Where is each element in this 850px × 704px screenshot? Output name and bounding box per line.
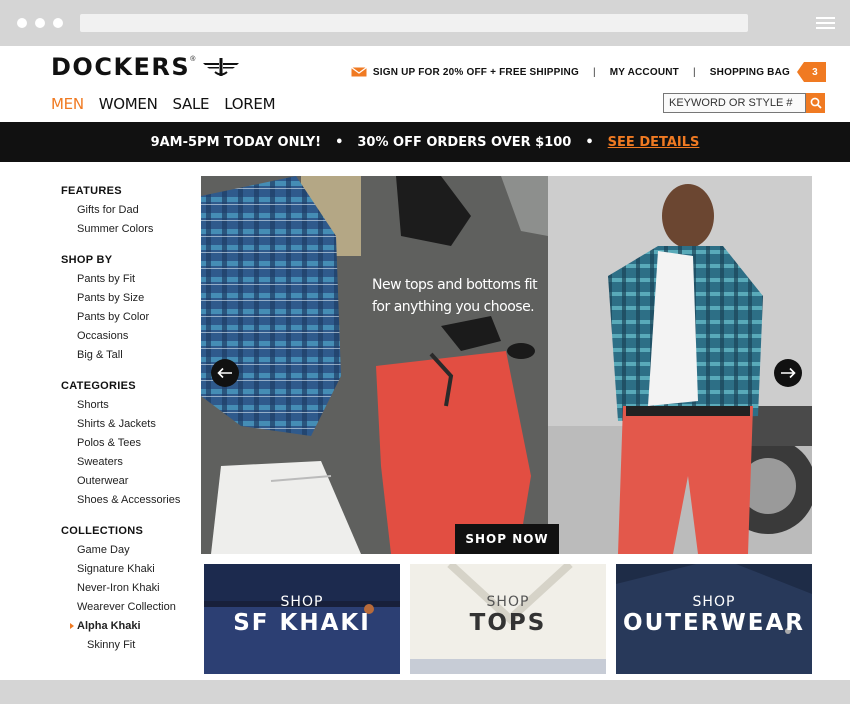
sidebar-item-summer-colors[interactable]: Summer Colors	[61, 220, 201, 239]
sidebar-item-game-day[interactable]: Game Day	[61, 541, 201, 560]
sidebar-item-shorts[interactable]: Shorts	[61, 396, 201, 415]
sidebar-heading: SHOP BY	[61, 254, 113, 266]
see-details-link[interactable]: SEE DETAILS	[608, 135, 700, 150]
nav-item-sale[interactable]: SALE	[173, 95, 210, 113]
page: DOCKERS ® SIGN UP FOR 20% OFF + FREE SHI…	[0, 46, 850, 680]
hero-carousel: New tops and bottoms fit for anything yo…	[201, 176, 812, 554]
sidebar-item-skinny-fit[interactable]: Skinny Fit	[61, 636, 201, 655]
sidebar-group-shop-by: SHOP BY Pants by Fit Pants by Size Pants…	[61, 251, 201, 365]
main-nav: MEN WOMEN SALE LOREM	[51, 95, 290, 113]
tile-outerwear[interactable]: SHOP OUTERWEAR	[616, 564, 812, 674]
arrow-right-icon	[781, 367, 796, 379]
sidebar-item-signature-khaki[interactable]: Signature Khaki	[61, 560, 201, 579]
sidebar-item-wearever-collection[interactable]: Wearever Collection	[61, 598, 201, 617]
arrow-left-icon	[217, 367, 232, 379]
sidebar-group-categories: CATEGORIES Shorts Shirts & Jackets Polos…	[61, 377, 201, 510]
bag-count-badge[interactable]: 3	[797, 62, 826, 82]
tile-label: SHOP TOPS	[410, 594, 606, 636]
tile-label: SHOP SF KHAKI	[204, 594, 400, 636]
brand-name: DOCKERS	[51, 53, 191, 81]
search-icon	[810, 97, 822, 109]
registered-mark: ®	[190, 56, 196, 63]
signup-link[interactable]: SIGN UP FOR 20% OFF + FREE SHIPPING	[373, 67, 579, 78]
sidebar-heading: COLLECTIONS	[61, 525, 144, 537]
sidebar-item-polos-tees[interactable]: Polos & Tees	[61, 434, 201, 453]
model-illustration	[548, 176, 812, 554]
tile-label-small: SHOP	[486, 594, 530, 610]
sidebar-item-never-iron-khaki[interactable]: Never-Iron Khaki	[61, 579, 201, 598]
search-button[interactable]	[806, 93, 825, 113]
separator: |	[692, 66, 696, 78]
hero-copy-line: for anything you choose.	[372, 299, 535, 315]
search-box	[663, 93, 825, 113]
nav-item-men[interactable]: MEN	[51, 95, 84, 113]
hamburger-menu-icon[interactable]	[816, 17, 835, 31]
promo-text-hours: 9AM-5PM TODAY ONLY!	[150, 134, 322, 150]
sidebar-item-shirts-jackets[interactable]: Shirts & Jackets	[61, 415, 201, 434]
shop-now-button[interactable]: SHOP NOW	[455, 524, 559, 554]
hero-image-model	[548, 176, 812, 554]
nav-item-lorem[interactable]: LOREM	[224, 95, 275, 113]
carousel-next-button[interactable]	[774, 359, 802, 387]
sidebar-item-gifts-for-dad[interactable]: Gifts for Dad	[61, 201, 201, 220]
hero-copy: New tops and bottoms fit for anything yo…	[372, 274, 538, 318]
window-dot-icon[interactable]	[53, 18, 63, 28]
tile-label: SHOP OUTERWEAR	[616, 594, 812, 636]
sidebar-item-occasions[interactable]: Occasions	[61, 327, 201, 346]
promo-banner: 9AM-5PM TODAY ONLY! • 30% OFF ORDERS OVE…	[0, 122, 850, 162]
sidebar-group-collections: COLLECTIONS Game Day Signature Khaki Nev…	[61, 522, 201, 655]
brand-logo[interactable]: DOCKERS ®	[51, 53, 241, 81]
promo-bullet: •	[335, 134, 344, 150]
sidebar-item-shoes-accessories[interactable]: Shoes & Accessories	[61, 491, 201, 510]
sidebar-item-pants-by-size[interactable]: Pants by Size	[61, 289, 201, 308]
sidebar-item-alpha-khaki[interactable]: Alpha Khaki	[61, 617, 201, 636]
window-dot-icon[interactable]	[35, 18, 45, 28]
tile-label-small: SHOP	[692, 594, 736, 610]
hero-copy-line: New tops and bottoms fit	[372, 277, 538, 293]
search-input[interactable]	[663, 93, 806, 113]
tile-label-big: OUTERWEAR	[623, 610, 805, 636]
window-dot-icon[interactable]	[17, 18, 27, 28]
tile-label-big: TOPS	[469, 610, 547, 636]
tile-sf-khaki[interactable]: SHOP SF KHAKI	[204, 564, 400, 674]
sidebar-item-outerwear[interactable]: Outerwear	[61, 472, 201, 491]
shopping-bag-link[interactable]: SHOPPING BAG	[710, 67, 790, 78]
sidebar-heading: CATEGORIES	[61, 380, 136, 392]
tile-tops[interactable]: SHOP TOPS	[410, 564, 606, 674]
sidebar-heading: FEATURES	[61, 185, 122, 197]
wings-anchor-icon	[203, 58, 240, 76]
browser-chrome	[0, 0, 850, 46]
my-account-link[interactable]: MY ACCOUNT	[610, 67, 679, 78]
sidebar-item-big-tall[interactable]: Big & Tall	[61, 346, 201, 365]
separator: |	[592, 66, 596, 78]
promo-bullet: •	[585, 134, 594, 150]
sidebar-item-sweaters[interactable]: Sweaters	[61, 453, 201, 472]
bottom-chrome	[0, 680, 850, 704]
address-bar[interactable]	[80, 14, 748, 32]
nav-item-women[interactable]: WOMEN	[99, 95, 158, 113]
category-sidebar: FEATURES Gifts for Dad Summer Colors SHO…	[61, 182, 201, 667]
tile-label-small: SHOP	[280, 594, 324, 610]
flatlay-illustration	[201, 176, 548, 554]
sidebar-group-features: FEATURES Gifts for Dad Summer Colors	[61, 182, 201, 239]
sidebar-item-pants-by-fit[interactable]: Pants by Fit	[61, 270, 201, 289]
sidebar-item-pants-by-color[interactable]: Pants by Color	[61, 308, 201, 327]
promo-text-offer: 30% OFF ORDERS OVER $100	[357, 134, 572, 150]
carousel-prev-button[interactable]	[211, 359, 239, 387]
hero-image-flatlay	[201, 176, 548, 554]
tile-label-big: SF KHAKI	[233, 610, 371, 636]
mail-icon	[351, 67, 367, 77]
utility-links: SIGN UP FOR 20% OFF + FREE SHIPPING | MY…	[351, 62, 826, 82]
